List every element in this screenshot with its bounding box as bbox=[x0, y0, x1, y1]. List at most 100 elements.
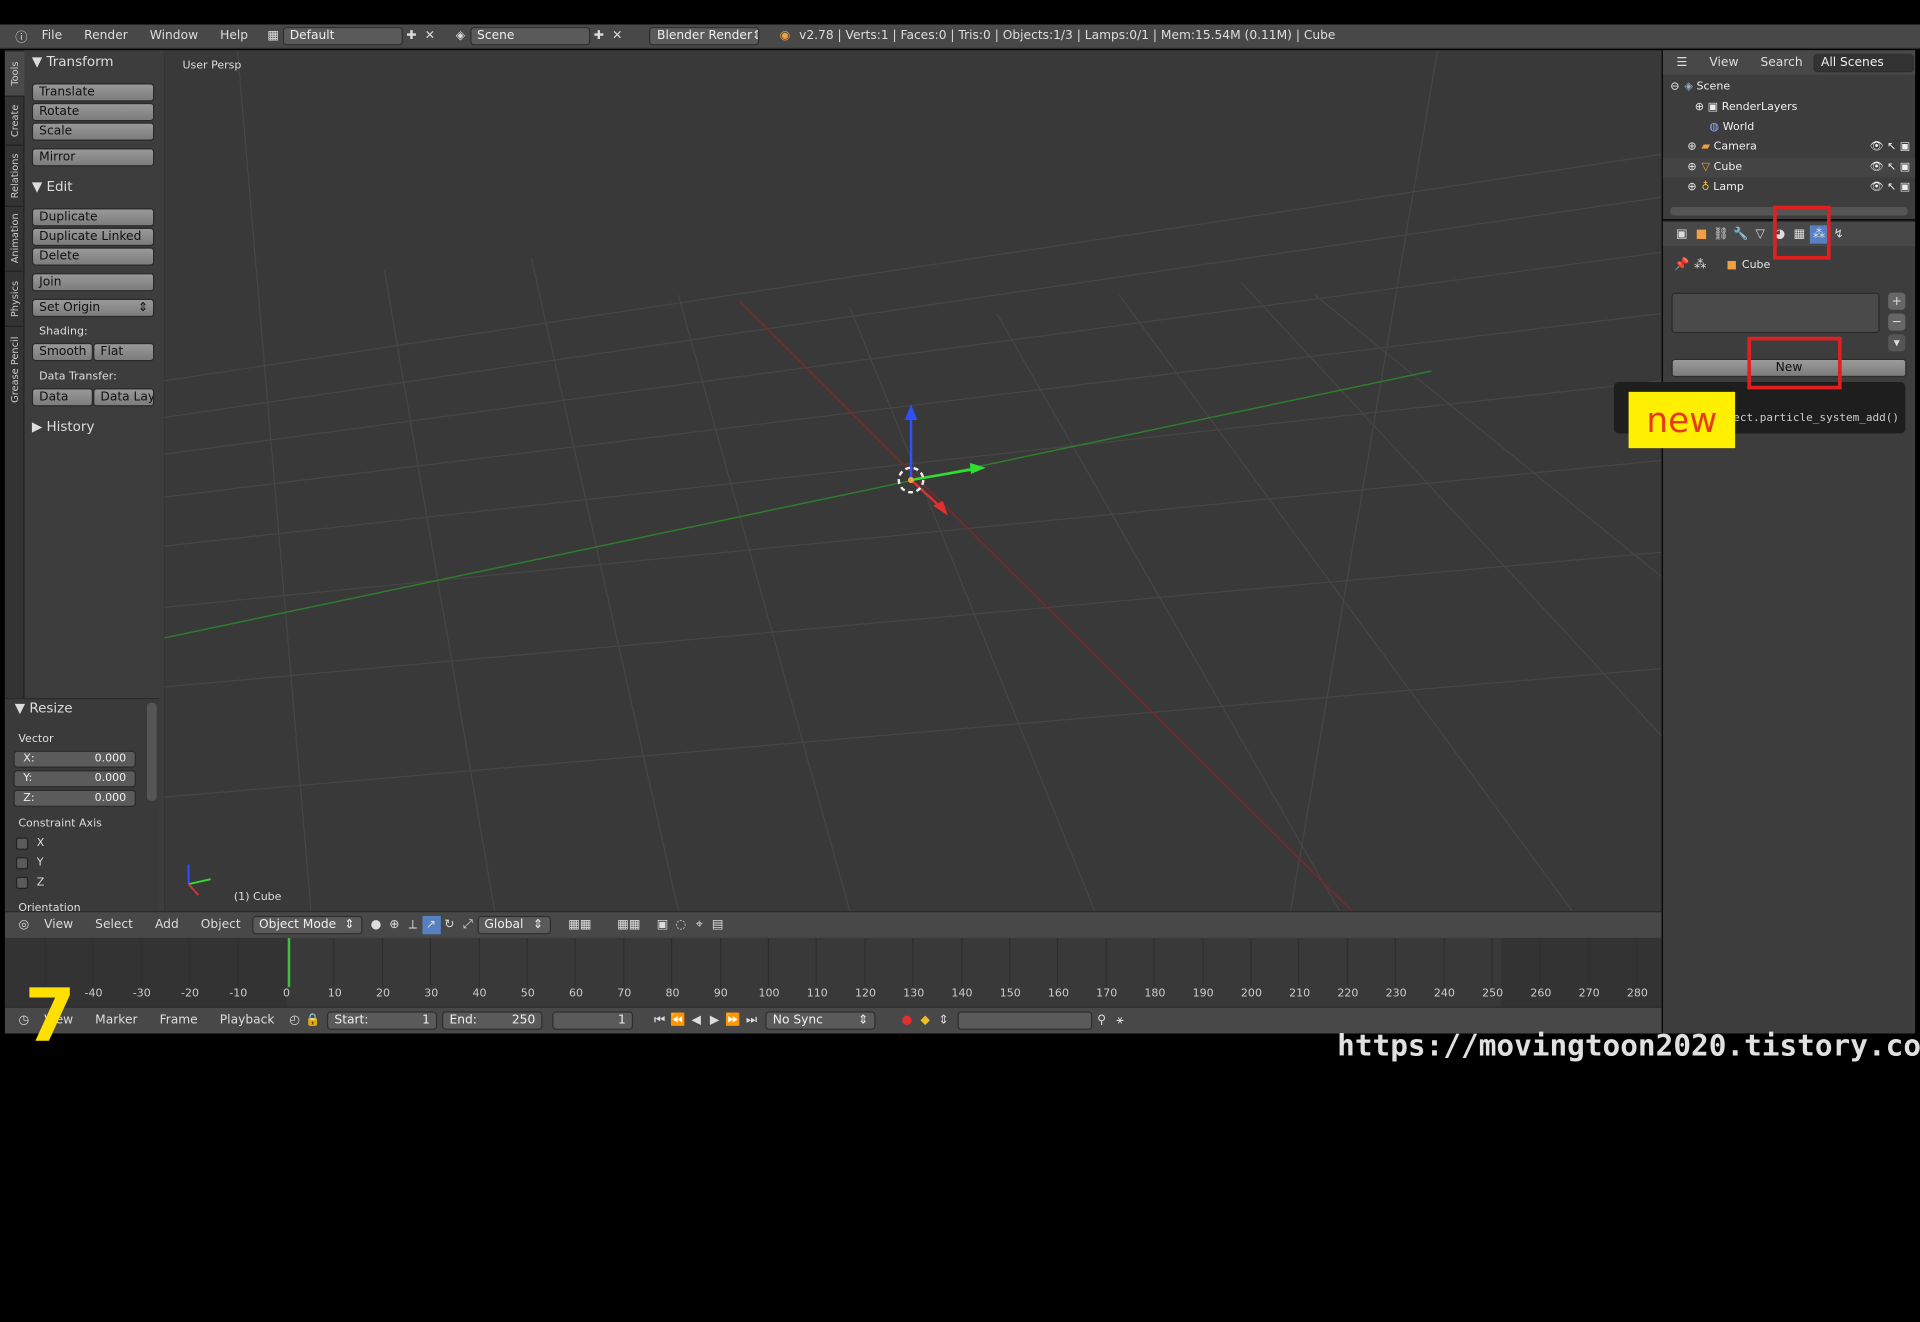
scale-button[interactable]: Scale bbox=[31, 122, 155, 141]
play-reverse-icon[interactable]: ◀ bbox=[687, 1011, 705, 1029]
layers-grid-2-icon[interactable]: ▦▦ bbox=[604, 916, 653, 934]
jump-end-icon[interactable]: ⏭ bbox=[742, 1011, 760, 1029]
end-frame-field[interactable]: End: 250 bbox=[442, 1011, 543, 1030]
duplicate-linked-button[interactable]: Duplicate Linked bbox=[31, 227, 155, 247]
slot-menu-icon[interactable]: ▾ bbox=[1888, 334, 1906, 352]
constraints-tab-icon[interactable]: ⛓ bbox=[1712, 225, 1730, 243]
resize-panel-header[interactable]: ▼ Resize bbox=[15, 700, 73, 716]
outliner-editor-icon[interactable]: ☰ bbox=[1673, 53, 1691, 71]
lock-layers-icon[interactable]: ▣ bbox=[653, 916, 671, 934]
add-slot-icon[interactable]: + bbox=[1888, 292, 1906, 310]
insert-keyframe-icon[interactable]: ⚲ bbox=[1092, 1011, 1110, 1029]
mirror-button[interactable]: Mirror bbox=[31, 148, 155, 167]
duplicate-button[interactable]: Duplicate bbox=[31, 208, 155, 227]
particle-system-list[interactable] bbox=[1671, 292, 1880, 334]
render-engine-dropdown[interactable]: Blender Render⇕ bbox=[648, 26, 759, 46]
menu-add[interactable]: Add bbox=[144, 918, 190, 931]
constraint-z-checkbox[interactable] bbox=[15, 876, 29, 889]
outliner-item-lamp[interactable]: ⊕ ♁ Lamp 👁 ↖ ▣ bbox=[1663, 178, 1915, 198]
translate-button[interactable]: Translate bbox=[31, 83, 155, 102]
object-tab-icon[interactable]: ■ bbox=[1692, 225, 1710, 243]
prev-keyframe-icon[interactable]: ⏪ bbox=[669, 1011, 687, 1029]
delete-keyframe-icon[interactable]: ⚹ bbox=[1111, 1011, 1129, 1029]
layout-grid-icon[interactable]: ▦ bbox=[264, 27, 282, 45]
transform-panel-header[interactable]: ▼ Transform bbox=[32, 54, 114, 70]
menu-marker[interactable]: Marker bbox=[84, 1014, 148, 1027]
render-preview-icon[interactable]: ▤ bbox=[708, 916, 726, 934]
play-icon[interactable]: ▶ bbox=[705, 1011, 723, 1029]
timeline-area[interactable]: -50 -40 -30 -20 -10 0 10 20 30 40 50 60 70 80 90 100 110… bbox=[4, 937, 1662, 1007]
outliner-item-scene[interactable]: ⊖ ◈ Scene bbox=[1663, 77, 1915, 97]
menu-frame[interactable]: Frame bbox=[149, 1014, 209, 1027]
remove-layout-icon[interactable]: ✕ bbox=[421, 27, 439, 45]
keying-set-icon[interactable]: ◆ bbox=[916, 1011, 934, 1029]
orientation-dropdown[interactable]: Global ⇕ bbox=[477, 915, 551, 935]
outliner-item-camera[interactable]: ⊕ ▰ Camera 👁 ↖ ▣ bbox=[1663, 137, 1915, 157]
scene-icon[interactable]: ◈ bbox=[451, 27, 469, 45]
add-scene-icon[interactable]: ✚ bbox=[590, 27, 608, 45]
data-layout-button[interactable]: Data Layo bbox=[93, 388, 155, 407]
current-frame-indicator[interactable] bbox=[287, 937, 291, 987]
menu-playback[interactable]: Playback bbox=[209, 1014, 286, 1027]
scale-manipulator-icon[interactable]: ⤢ bbox=[459, 916, 477, 934]
outliner-item-cube[interactable]: ⊕ ▽ Cube 👁 ↖ ▣ bbox=[1662, 157, 1916, 178]
rotate-button[interactable]: Rotate bbox=[31, 102, 155, 122]
scene-field[interactable]: Scene bbox=[469, 26, 590, 46]
edit-panel-header[interactable]: ▼ Edit bbox=[32, 179, 73, 195]
outliner-item-world[interactable]: ◍ World bbox=[1663, 118, 1915, 138]
delete-button[interactable]: Delete bbox=[31, 247, 155, 266]
layers-grid-icon[interactable]: ▦▦ bbox=[555, 916, 604, 934]
proportional-edit-icon[interactable]: ◌ bbox=[672, 916, 690, 934]
constraint-x-checkbox[interactable] bbox=[15, 837, 29, 850]
translate-manipulator-icon[interactable]: ↗ bbox=[421, 915, 441, 935]
outliner-display-mode[interactable]: All Scenes bbox=[1813, 53, 1915, 72]
tab-create[interactable]: Create bbox=[4, 95, 25, 145]
keying-icon[interactable]: ⇕ bbox=[934, 1011, 952, 1029]
menu-window[interactable]: Window bbox=[139, 29, 209, 42]
snap-icon[interactable]: ⌖ bbox=[690, 916, 708, 934]
manipulator-icon[interactable]: ⟂ bbox=[404, 916, 422, 934]
editor-type-icon[interactable]: ◎ bbox=[15, 916, 33, 934]
menu-help[interactable]: Help bbox=[209, 29, 259, 42]
constraint-y-checkbox[interactable] bbox=[15, 857, 29, 870]
lock-icon[interactable]: 🔒 bbox=[304, 1011, 322, 1029]
rotate-manipulator-icon[interactable]: ↻ bbox=[440, 916, 458, 934]
physics-tab-icon[interactable]: ↯ bbox=[1829, 225, 1847, 243]
pin-icon[interactable]: 📌 bbox=[1673, 256, 1691, 274]
pivot-icon[interactable]: ⊕ bbox=[385, 916, 403, 934]
preview-range-icon[interactable]: ◴ bbox=[285, 1011, 303, 1029]
menu-select[interactable]: Select bbox=[84, 918, 144, 931]
menu-object[interactable]: Object bbox=[190, 918, 252, 931]
start-frame-field[interactable]: Start: 1 bbox=[327, 1011, 438, 1030]
tab-tools[interactable]: Tools bbox=[4, 50, 25, 96]
tab-grease-pencil[interactable]: Grease Pencil bbox=[4, 325, 25, 412]
viewport-shading-icon[interactable]: ● bbox=[367, 916, 385, 934]
smooth-button[interactable]: Smooth bbox=[31, 342, 94, 362]
vector-y-field[interactable]: Y: 0.000 bbox=[13, 770, 136, 788]
modifiers-tab-icon[interactable]: 🔧 bbox=[1731, 225, 1749, 243]
3d-viewport[interactable]: User Persp (1) Cube bbox=[164, 50, 1662, 912]
outliner-search-menu[interactable]: Search bbox=[1749, 56, 1813, 69]
keying-set-field[interactable] bbox=[957, 1011, 1093, 1030]
tab-relations[interactable]: Relations bbox=[4, 144, 25, 206]
mode-dropdown[interactable]: Object Mode ⇕ bbox=[251, 915, 362, 935]
data-tab-icon[interactable]: ▽ bbox=[1751, 225, 1769, 243]
resize-panel-scrollbar[interactable] bbox=[146, 702, 157, 801]
outliner-view-menu[interactable]: View bbox=[1698, 56, 1749, 69]
info-editor-icon[interactable]: ⓘ bbox=[12, 27, 30, 45]
current-frame-field[interactable]: 1 bbox=[552, 1011, 634, 1030]
sync-dropdown[interactable]: No Sync ⇕ bbox=[765, 1011, 876, 1030]
vector-z-field[interactable]: Z: 0.000 bbox=[13, 789, 136, 807]
flat-button[interactable]: Flat bbox=[93, 342, 155, 362]
vector-x-field[interactable]: X: 0.000 bbox=[13, 750, 136, 768]
join-button[interactable]: Join bbox=[31, 273, 155, 292]
record-icon[interactable]: ● bbox=[898, 1011, 916, 1029]
remove-slot-icon[interactable]: − bbox=[1888, 313, 1906, 331]
render-tab-icon[interactable]: ▣ bbox=[1673, 225, 1691, 243]
tab-animation[interactable]: Animation bbox=[4, 205, 25, 271]
add-layout-icon[interactable]: ✚ bbox=[402, 27, 420, 45]
tab-physics[interactable]: Physics bbox=[4, 270, 25, 326]
outliner-item-renderlayers[interactable]: ⊕ ▣ RenderLayers bbox=[1663, 98, 1915, 118]
layout-field[interactable]: Default bbox=[282, 26, 403, 46]
set-origin-dropdown[interactable]: Set Origin ⇕ bbox=[31, 298, 155, 318]
